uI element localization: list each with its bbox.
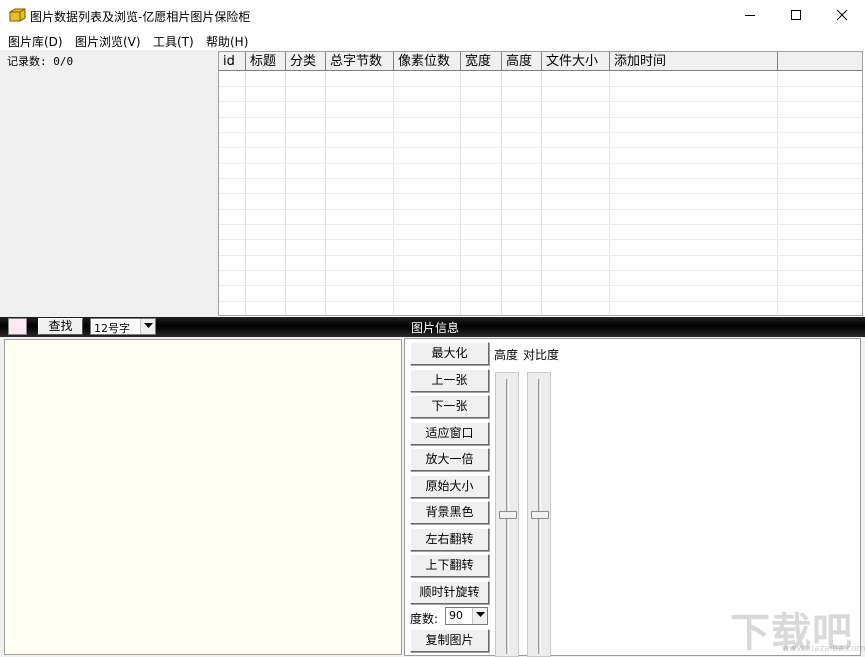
- column-header-bit-depth[interactable]: 像素位数: [394, 52, 461, 71]
- black-background-button[interactable]: 背景黑色: [410, 501, 489, 524]
- background-color-swatch[interactable]: [8, 318, 27, 335]
- picture-preview-canvas[interactable]: [4, 339, 402, 655]
- grid-row-line: [219, 239, 863, 240]
- zoom-double-button[interactable]: 放大一倍: [410, 448, 489, 471]
- column-header-title[interactable]: 标题: [246, 52, 286, 71]
- grid-row-line: [219, 101, 863, 102]
- contrast-label: 对比度: [523, 346, 559, 363]
- window-title: 图片数据列表及浏览-亿愿相片图片保险柜: [30, 8, 250, 25]
- chevron-down-icon: [476, 612, 485, 618]
- degree-label: 度数:: [410, 610, 438, 627]
- column-header-id[interactable]: id: [219, 52, 246, 71]
- font-size-select[interactable]: 12号字: [90, 318, 156, 335]
- grid-row-line: [219, 178, 863, 179]
- minimize-icon: [744, 9, 756, 21]
- column-header-file-size[interactable]: 文件大小: [542, 52, 610, 71]
- dropdown-arrow[interactable]: [140, 319, 155, 334]
- column-header-width[interactable]: 宽度: [461, 52, 502, 71]
- previous-picture-button[interactable]: 上一张: [410, 369, 489, 392]
- contrast-slider-thumb[interactable]: [531, 511, 549, 519]
- rotate-clockwise-button[interactable]: 顺时针旋转: [410, 581, 489, 604]
- picture-data-grid[interactable]: id 标题 分类 总字节数 像素位数 宽度 高度 文件大小 添加时间: [218, 51, 863, 316]
- fit-window-button[interactable]: 适应窗口: [410, 422, 489, 445]
- original-size-button[interactable]: 原始大小: [410, 475, 489, 498]
- flip-vertical-button[interactable]: 上下翻转: [410, 554, 489, 577]
- next-picture-button[interactable]: 下一张: [410, 395, 489, 418]
- brightness-label: 高度: [494, 346, 518, 363]
- close-button[interactable]: [819, 0, 865, 30]
- column-header-category[interactable]: 分类: [286, 52, 326, 71]
- copy-picture-button[interactable]: 复制图片: [410, 629, 489, 652]
- image-toolbar: 查找 12号字 图片信息: [0, 317, 865, 337]
- degree-value: 90: [449, 609, 463, 622]
- grid-row-line: [219, 285, 863, 286]
- grid-row-line: [219, 132, 863, 133]
- grid-row-line: [219, 86, 863, 87]
- watermark: 下载吧 www.xiazaiba.com: [730, 600, 860, 655]
- chevron-down-icon: [144, 323, 153, 329]
- font-size-value: 12号字: [94, 320, 130, 336]
- grid-row-line: [219, 255, 863, 256]
- brightness-slider-thumb[interactable]: [499, 511, 517, 519]
- grid-row-line: [219, 224, 863, 225]
- minimize-button[interactable]: [727, 0, 773, 30]
- contrast-slider[interactable]: [527, 372, 551, 657]
- maximize-button[interactable]: [773, 0, 819, 30]
- column-header-total-bytes[interactable]: 总字节数: [326, 52, 394, 71]
- left-panel: 记录数: 0/0: [0, 50, 218, 317]
- grid-row-line: [219, 163, 863, 164]
- title-bar[interactable]: 图片数据列表及浏览-亿愿相片图片保险柜: [0, 0, 865, 30]
- grid-row-line: [219, 209, 863, 210]
- grid-row-line: [219, 301, 863, 302]
- dropdown-arrow[interactable]: [472, 608, 487, 624]
- app-window: 图片数据列表及浏览-亿愿相片图片保险柜 图片库(D) 图片浏览(V) 工具(T)…: [0, 0, 865, 657]
- flip-horizontal-button[interactable]: 左右翻转: [410, 528, 489, 551]
- find-button[interactable]: 查找: [38, 318, 83, 335]
- menu-help[interactable]: 帮助(H): [206, 33, 248, 50]
- maximize-icon: [790, 9, 802, 21]
- grid-row-line: [219, 193, 863, 194]
- grid-row-line: [219, 117, 863, 118]
- menu-picture-library[interactable]: 图片库(D): [8, 33, 63, 50]
- column-header-height[interactable]: 高度: [502, 52, 542, 71]
- close-icon: [836, 9, 848, 21]
- brightness-slider[interactable]: [495, 372, 519, 657]
- grid-row-line: [219, 270, 863, 271]
- folder-icon: [9, 8, 26, 22]
- grid-header: id 标题 分类 总字节数 像素位数 宽度 高度 文件大小 添加时间: [219, 52, 863, 71]
- watermark-url: www.xiazaiba.com: [782, 644, 865, 654]
- menu-bar: 图片库(D) 图片浏览(V) 工具(T) 帮助(H): [0, 30, 865, 50]
- picture-info-title: 图片信息: [411, 319, 459, 336]
- menu-tools[interactable]: 工具(T): [153, 33, 194, 50]
- degree-select[interactable]: 90: [445, 607, 488, 625]
- record-count: 记录数: 0/0: [7, 53, 73, 69]
- grid-body[interactable]: [219, 71, 863, 316]
- column-header-added-time[interactable]: 添加时间: [610, 52, 778, 71]
- grid-row-line: [219, 147, 863, 148]
- maximize-view-button[interactable]: 最大化: [410, 342, 489, 365]
- menu-picture-browse[interactable]: 图片浏览(V): [75, 33, 141, 50]
